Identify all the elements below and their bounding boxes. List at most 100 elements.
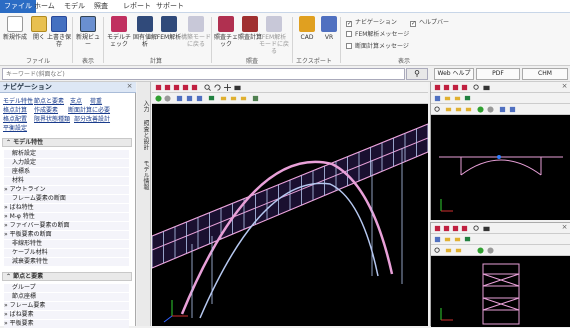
list-item[interactable]: 解析設定	[4, 150, 129, 158]
list-item[interactable]: » M-φ 特性	[4, 213, 129, 221]
rotate-icon[interactable]	[214, 84, 221, 91]
check-icon[interactable]	[252, 95, 259, 102]
zoom-icon[interactable]	[473, 225, 480, 232]
tab-report[interactable]: レポート	[119, 0, 155, 13]
view-cube-icon[interactable]	[434, 225, 441, 232]
view-cube-icon[interactable]	[443, 225, 450, 232]
view-cube-icon[interactable]	[155, 84, 162, 91]
label-icon[interactable]	[230, 95, 237, 102]
view-cube-icon[interactable]	[452, 225, 459, 232]
new-view-button[interactable]: 新規ビュー	[75, 16, 101, 48]
list-item[interactable]: » ばね要素	[4, 311, 129, 319]
bridge-3d-view[interactable]	[152, 104, 428, 326]
close-icon[interactable]: ×	[561, 224, 568, 231]
zoom-icon[interactable]	[473, 84, 480, 91]
web-help-button[interactable]: Web ヘルプ	[434, 68, 474, 80]
view-cube-icon[interactable]	[461, 84, 468, 91]
list-item[interactable]: 材料	[4, 177, 129, 185]
view-cube-icon[interactable]	[191, 84, 198, 91]
tab-model-info[interactable]: モデル情報	[139, 160, 149, 190]
tab-model[interactable]: モデル	[60, 0, 89, 13]
pan-icon[interactable]	[224, 84, 231, 91]
navigation-check[interactable]: ✓ ナビゲーション	[346, 17, 397, 27]
list-item[interactable]: 入力設定	[4, 159, 129, 167]
model-check-button[interactable]: モデルチェック	[106, 16, 132, 48]
view-cube-icon[interactable]	[443, 84, 450, 91]
label-icon[interactable]	[220, 95, 227, 102]
back-to-build-button[interactable]: 構築モードに戻る	[181, 16, 211, 48]
nav-link[interactable]: 格点計算	[3, 105, 27, 114]
section-model-properties[interactable]: ⌃ モデル特性	[2, 138, 132, 147]
search-input[interactable]	[2, 68, 405, 80]
nav-link[interactable]: 平衡設定	[3, 123, 27, 132]
label-icon[interactable]	[454, 236, 461, 243]
cross-section-view[interactable]	[431, 256, 570, 327]
stop-icon[interactable]	[487, 247, 494, 254]
list-item[interactable]: 減衰要素特性	[4, 258, 129, 266]
list-item[interactable]: » 平板要素の断面	[4, 231, 129, 239]
camera-icon[interactable]	[483, 84, 490, 91]
tab-check-design[interactable]: 照査と設計	[139, 120, 149, 150]
stop-icon[interactable]	[487, 106, 494, 113]
vr-export-button[interactable]: VR	[316, 16, 342, 41]
camera-icon[interactable]	[234, 84, 241, 91]
label-icon[interactable]	[455, 247, 462, 254]
view-cube-icon[interactable]	[452, 84, 459, 91]
select-icon[interactable]	[434, 95, 441, 102]
view-cube-icon[interactable]	[164, 84, 171, 91]
section-nodes-elements[interactable]: ⌃ 節点と要素	[2, 272, 132, 281]
label-icon[interactable]	[240, 95, 247, 102]
select-icon[interactable]	[176, 95, 183, 102]
close-icon[interactable]: ×	[561, 83, 568, 90]
view-cube-icon[interactable]	[173, 84, 180, 91]
search-button[interactable]: ⚲	[406, 68, 428, 80]
section-message-check[interactable]: 断面計算メッセージ	[346, 41, 409, 50]
tab-support[interactable]: サポート	[152, 0, 188, 13]
back-to-fem-button[interactable]: FEM解析モードに戻る	[259, 16, 289, 55]
label-icon[interactable]	[444, 236, 451, 243]
check-button[interactable]: 照査チェック	[213, 16, 239, 48]
view-cube-icon[interactable]	[182, 84, 189, 91]
play-icon[interactable]	[477, 106, 484, 113]
nav-link[interactable]: 荷重	[90, 96, 102, 105]
select-icon[interactable]	[509, 106, 516, 113]
flag-icon[interactable]	[464, 95, 471, 102]
view-cube-icon[interactable]	[461, 225, 468, 232]
pdf-button[interactable]: PDF	[476, 68, 520, 80]
nav-link[interactable]: モデル特性	[3, 96, 33, 105]
nav-link[interactable]: 限界状態種類	[34, 114, 70, 123]
fem-analysis-button[interactable]: FEM解析	[156, 16, 182, 41]
save-button[interactable]: 上書き保存	[46, 16, 72, 48]
label-icon[interactable]	[445, 247, 452, 254]
list-item[interactable]: » フレーム要素	[4, 302, 129, 310]
flag-icon[interactable]	[208, 95, 215, 102]
nav-link[interactable]: 格点配置	[3, 114, 27, 123]
play-icon[interactable]	[477, 247, 484, 254]
list-item[interactable]: » ファイバー要素の断面	[4, 222, 129, 230]
play-icon[interactable]	[155, 95, 162, 102]
camera-icon[interactable]	[483, 225, 490, 232]
select-icon[interactable]	[186, 95, 193, 102]
select-icon[interactable]	[196, 95, 203, 102]
list-item[interactable]: » アウトライン	[4, 186, 129, 194]
nav-link[interactable]: 支点	[70, 96, 82, 105]
zoom-icon[interactable]	[204, 84, 211, 91]
eigen-analysis-button[interactable]: 固有値解析	[132, 16, 158, 48]
list-item[interactable]: 節点座標	[4, 293, 129, 301]
tab-input[interactable]: 入力	[139, 100, 149, 112]
nav-link[interactable]: 断面計算に必要	[68, 105, 110, 114]
nav-link[interactable]: 作成要素	[34, 105, 58, 114]
stop-icon[interactable]	[164, 95, 171, 102]
label-icon[interactable]	[445, 106, 452, 113]
close-icon[interactable]: ×	[126, 83, 133, 90]
label-icon[interactable]	[454, 95, 461, 102]
view-cube-icon[interactable]	[434, 84, 441, 91]
label-icon[interactable]	[465, 106, 472, 113]
helpbar-check[interactable]: ✓ ヘルプバー	[410, 17, 449, 27]
list-item[interactable]: フレーム要素の断面	[4, 195, 129, 203]
select-icon[interactable]	[499, 106, 506, 113]
tab-home[interactable]: ホーム	[30, 0, 59, 13]
nav-link[interactable]: 節点と要素	[34, 96, 64, 105]
zoom-icon[interactable]	[434, 106, 441, 113]
select-icon[interactable]	[434, 236, 441, 243]
